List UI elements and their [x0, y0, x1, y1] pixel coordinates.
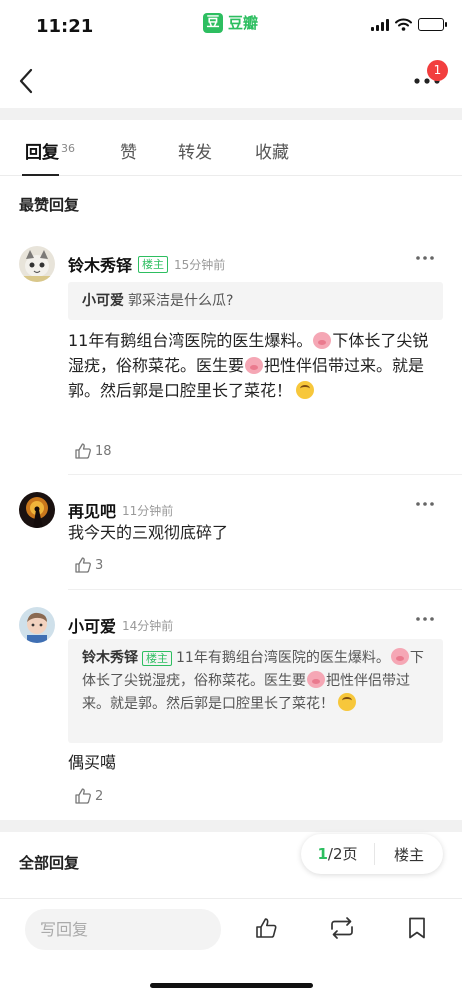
comment-header: 铃木秀铎 楼主 15分钟前	[68, 252, 225, 276]
tab-replies[interactable]: 回复 36	[25, 138, 75, 163]
reply-tabs: 回复 36 赞 转发 收藏	[0, 122, 462, 176]
nav-bar: 1	[0, 56, 462, 108]
douban-logo-icon: 豆	[203, 12, 223, 33]
section-divider	[0, 108, 462, 120]
thumbs-up-icon	[75, 557, 91, 573]
like-count: 18	[95, 443, 112, 459]
repost-icon[interactable]	[328, 916, 356, 940]
cellular-signal-icon	[371, 18, 389, 31]
quoted-reply[interactable]: 铃木秀铎 楼主 11年有鹅组台湾医院的医生爆料。 下体长了尖锐湿疣，俗称菜花。医生要把…	[68, 639, 443, 743]
reply-count: 36	[61, 142, 75, 155]
battery-icon	[418, 18, 447, 31]
avatar[interactable]	[19, 492, 55, 528]
comment-header: 小可爱 14分钟前	[68, 613, 173, 637]
quoted-reply[interactable]: 小可爱 郭采洁是什么瓜?	[68, 282, 443, 320]
comment-text: 我今天的三观彻底碎了	[68, 523, 229, 542]
comment-text: 11年有鹅组台湾医院的医生爆料。 下体长了尖锐湿疣，俗称菜花。医生要 把性伴侣带过来…	[68, 331, 429, 400]
like-count: 2	[95, 788, 104, 804]
thumbs-up-icon	[75, 788, 91, 804]
commenter-name[interactable]: 再见吧	[68, 498, 116, 522]
more-dots-icon[interactable]	[416, 256, 434, 260]
reply-input[interactable]	[25, 909, 221, 950]
wifi-icon	[395, 18, 412, 31]
tab-likes[interactable]: 赞	[120, 138, 137, 163]
upside-down-face-emoji-icon	[296, 381, 315, 399]
tab-reposts[interactable]: 转发	[178, 138, 212, 163]
commenter-name[interactable]: 小可爱	[68, 613, 116, 637]
app-name: 豆瓣	[228, 14, 259, 32]
comment-time: 15分钟前	[174, 257, 226, 272]
active-tab-indicator	[22, 174, 59, 176]
avatar[interactable]	[19, 607, 55, 643]
like-button[interactable]: 2	[74, 787, 103, 805]
app-brand: 豆 豆瓣	[203, 12, 258, 33]
more-dots-icon[interactable]	[416, 502, 434, 506]
pig-emoji-icon	[313, 332, 332, 349]
all-replies-heading: 全部回复	[19, 854, 80, 872]
like-icon[interactable]	[254, 916, 278, 940]
like-button[interactable]: 18	[74, 442, 112, 460]
bottom-action-bar	[0, 898, 462, 1000]
comment-text: 偶买噶	[68, 753, 117, 772]
quoted-author: 小可爱	[82, 293, 124, 309]
comment-time: 11分钟前	[122, 503, 174, 518]
op-only-button[interactable]: 楼主	[375, 844, 443, 865]
comment-item: 铃木秀铎 楼主 15分钟前 小可爱 郭采洁是什么瓜? 11年有鹅组台湾医院的医生爆…	[0, 246, 462, 466]
page-indicator[interactable]: 1/2页	[301, 843, 375, 865]
quoted-text: 郭采洁是什么瓜?	[128, 293, 234, 309]
pig-emoji-icon	[390, 648, 409, 665]
section-divider	[0, 820, 462, 832]
status-icons	[371, 18, 447, 31]
top-replies-heading: 最赞回复	[19, 196, 80, 214]
more-dots-icon[interactable]	[416, 617, 434, 621]
status-time: 11:21	[36, 16, 94, 37]
pig-emoji-icon	[245, 357, 264, 374]
comment-item: 小可爱 14分钟前 铃木秀铎 楼主 11年有鹅组台湾医院的医生爆料。 下体长了尖锐湿疣…	[0, 607, 462, 812]
comment-divider	[68, 589, 462, 590]
bookmark-icon[interactable]	[407, 916, 427, 940]
upside-down-face-emoji-icon	[338, 693, 356, 711]
comment-time: 14分钟前	[122, 618, 174, 633]
status-bar: 11:21 豆 豆瓣	[0, 0, 462, 56]
tab-favorites[interactable]: 收藏	[255, 138, 289, 163]
home-indicator[interactable]	[150, 983, 313, 988]
comment-header: 再见吧 11分钟前	[68, 498, 173, 522]
quoted-author: 铃木秀铎	[82, 650, 138, 666]
avatar[interactable]	[19, 246, 55, 282]
like-button[interactable]: 3	[74, 556, 103, 574]
comment-item: 再见吧 11分钟前 我今天的三观彻底碎了 3	[0, 492, 462, 582]
page-switcher: 1/2页 楼主	[301, 834, 443, 874]
pig-emoji-icon	[307, 671, 325, 688]
op-badge: 楼主	[138, 255, 169, 273]
thumbs-up-icon	[75, 443, 91, 459]
notification-badge: 1	[427, 60, 448, 81]
like-count: 3	[95, 557, 104, 573]
op-badge: 楼主	[142, 651, 172, 666]
chevron-left-icon[interactable]	[16, 66, 40, 96]
commenter-name[interactable]: 铃木秀铎	[68, 252, 132, 276]
comment-divider	[68, 474, 462, 475]
